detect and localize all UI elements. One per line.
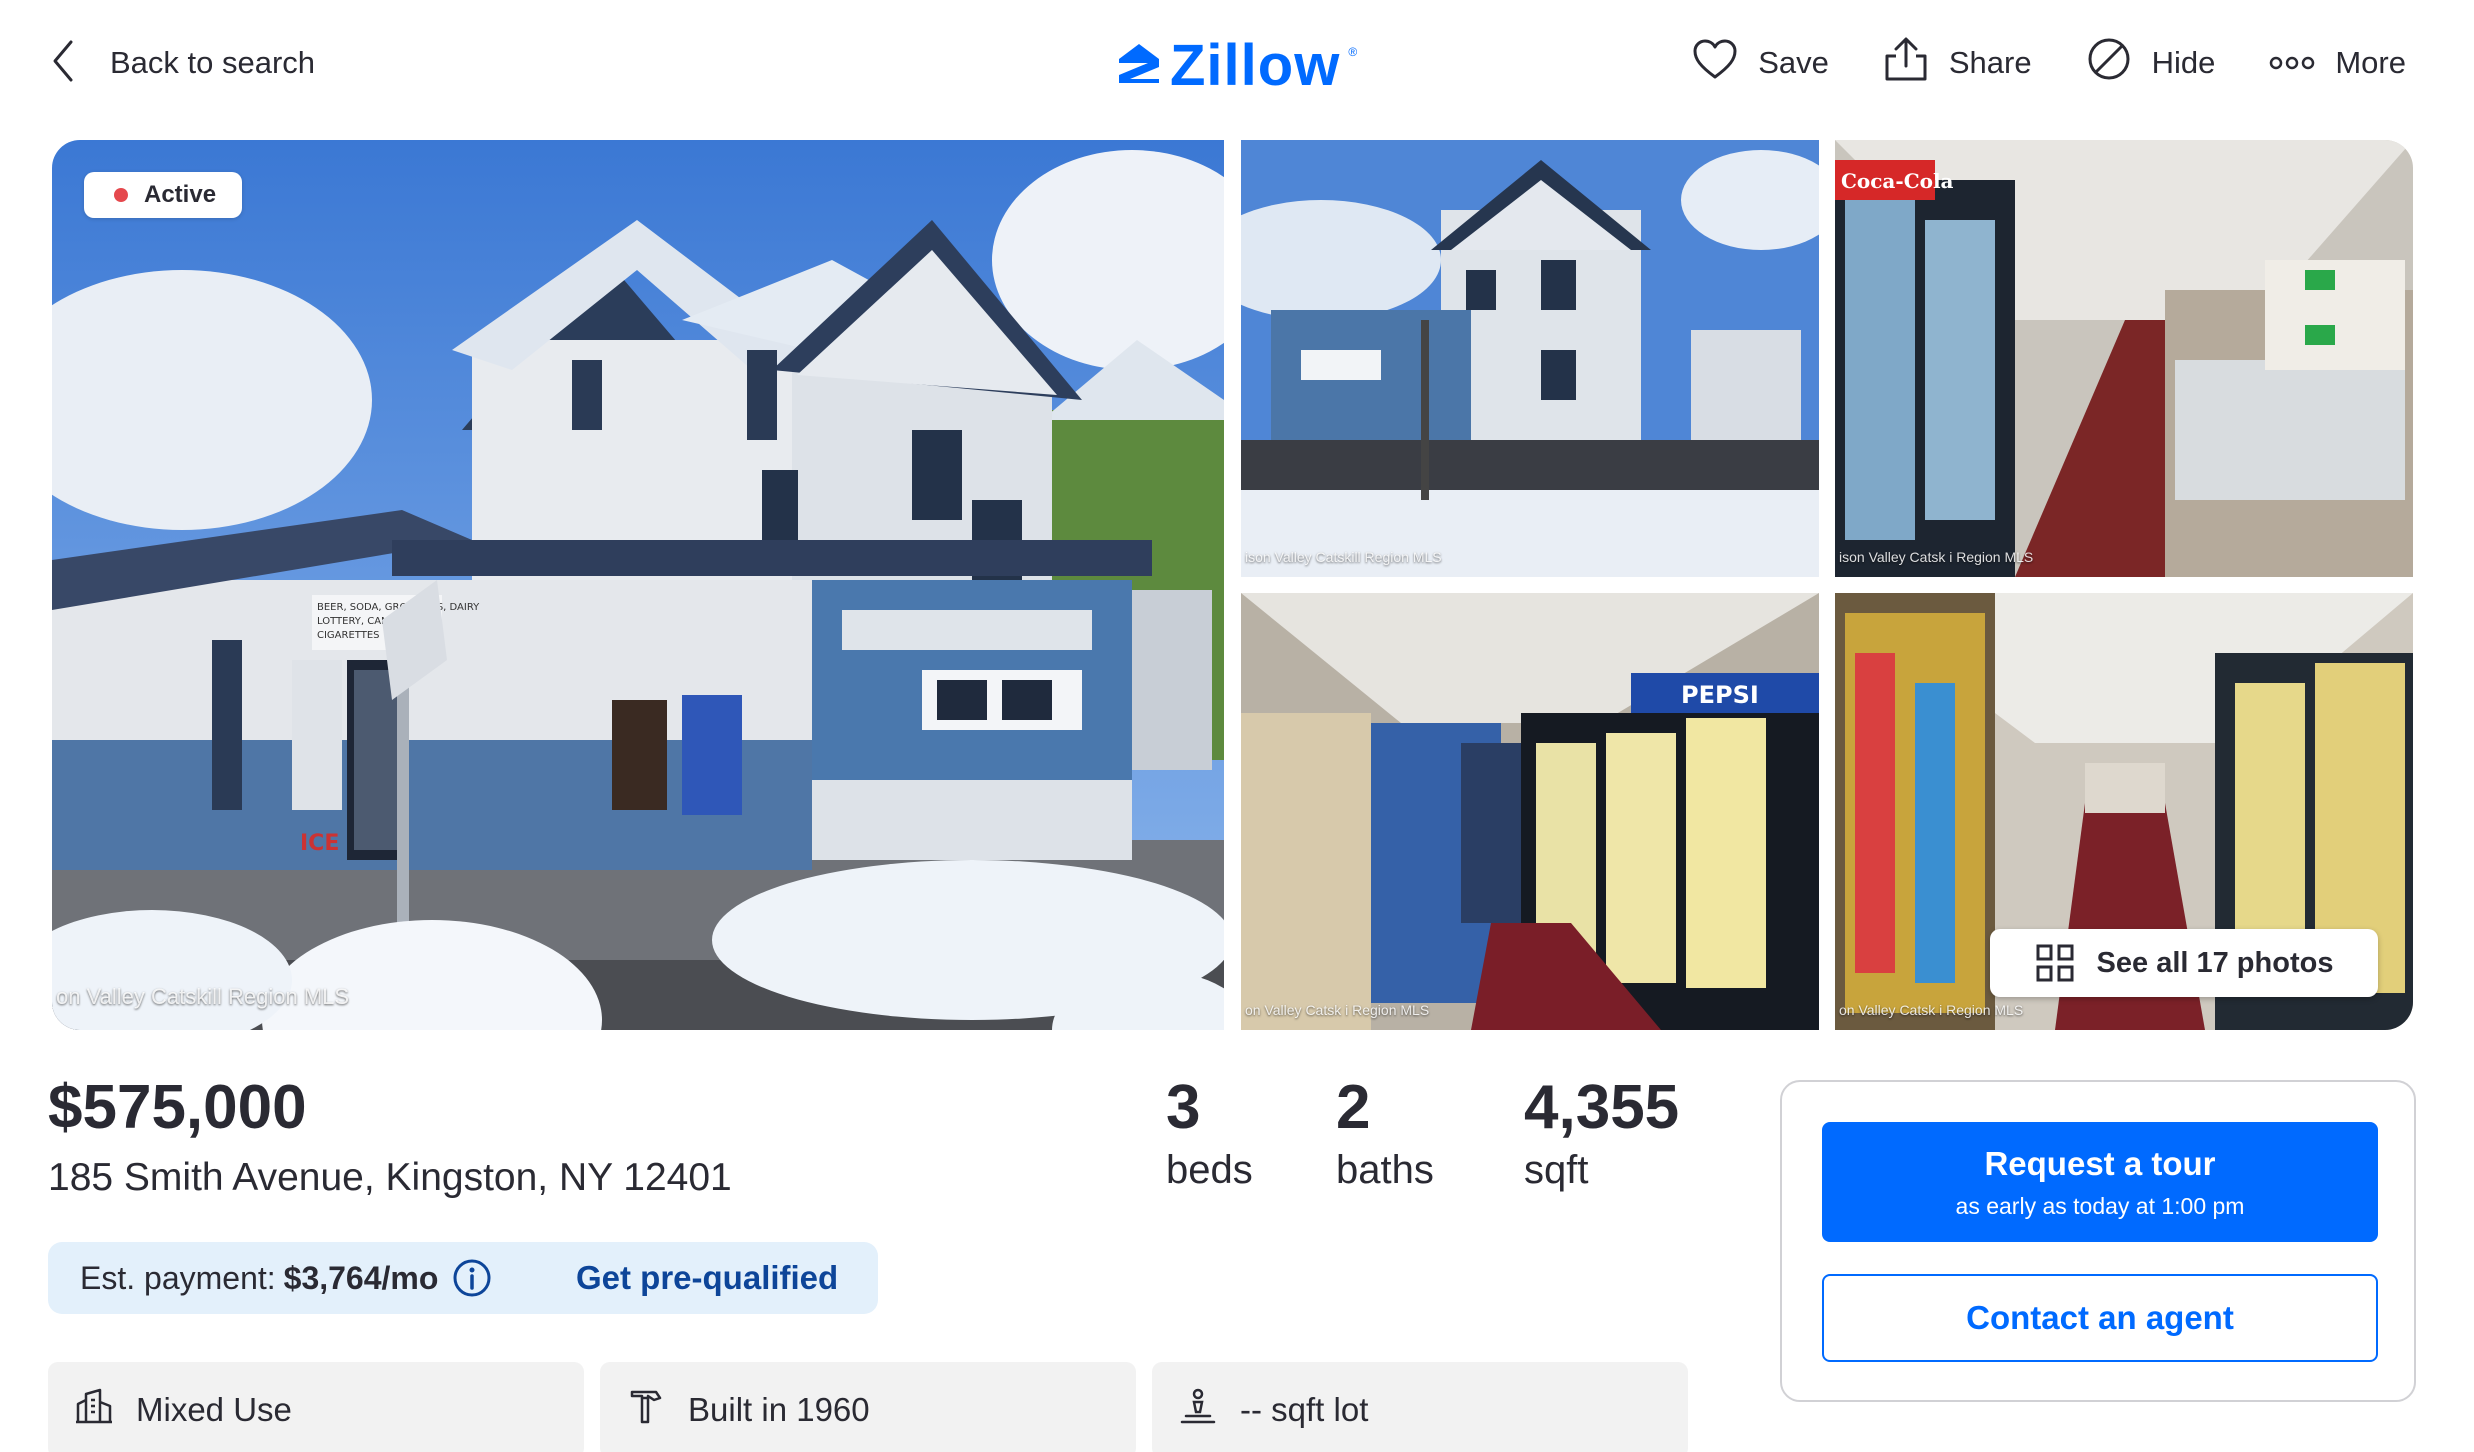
listing-stats: 3 beds 2 baths 4,355 sqft bbox=[1166, 1073, 1724, 1193]
request-tour-sublabel: as early as today at 1:00 pm bbox=[1955, 1192, 2245, 1219]
registered-mark: ® bbox=[1348, 44, 1358, 59]
beds-stat: 3 beds bbox=[1166, 1073, 1336, 1193]
status-dot-icon bbox=[114, 188, 128, 202]
share-icon bbox=[1883, 36, 1929, 90]
heart-icon bbox=[1692, 38, 1738, 88]
est-payment-amount: $3,764/mo bbox=[283, 1259, 439, 1296]
fact-year-built: Built in 1960 bbox=[600, 1362, 1136, 1452]
thumbnail-photo-1[interactable]: ison Valley Catskill Region MLS bbox=[1241, 140, 1819, 577]
main-photo[interactable]: BEER, SODA, GROCERIES, DAIRY LOTTERY, CA… bbox=[52, 140, 1224, 1030]
fact-label: Built in 1960 bbox=[688, 1391, 870, 1428]
request-tour-label: Request a tour bbox=[1984, 1144, 2216, 1182]
back-to-search-link[interactable]: Back to search bbox=[52, 38, 315, 88]
baths-stat: 2 baths bbox=[1336, 1073, 1524, 1193]
status-label: Active bbox=[144, 181, 217, 208]
baths-label: baths bbox=[1336, 1148, 1434, 1193]
store-interior-image: Coca-Cola bbox=[1835, 140, 2413, 577]
mls-watermark: ison Valley Catsk i Region MLS bbox=[1839, 549, 2034, 565]
thumbnail-photo-3[interactable]: PEPSI on Valley Catsk i Region MLS bbox=[1241, 593, 1819, 1030]
hide-button[interactable]: Hide bbox=[2086, 36, 2216, 90]
sqft-value: 4,355 bbox=[1524, 1073, 1680, 1142]
more-label: More bbox=[2335, 45, 2406, 80]
hide-label: Hide bbox=[2151, 45, 2216, 80]
listing-actions: Save Share Hide More bbox=[1692, 36, 2406, 90]
share-label: Share bbox=[1948, 45, 2032, 80]
sqft-stat: 4,355 sqft bbox=[1524, 1073, 1724, 1193]
more-dots-icon bbox=[2269, 45, 2315, 81]
beds-value: 3 bbox=[1166, 1073, 1201, 1142]
ice-sign: ICE bbox=[300, 831, 339, 856]
share-button[interactable]: Share bbox=[1883, 36, 2032, 90]
baths-value: 2 bbox=[1336, 1073, 1371, 1142]
beds-label: beds bbox=[1166, 1148, 1253, 1193]
contact-agent-button[interactable]: Contact an agent bbox=[1822, 1274, 2378, 1362]
fact-label: Mixed Use bbox=[136, 1391, 292, 1428]
mls-watermark: on Valley Catsk i Region MLS bbox=[1245, 1002, 1430, 1018]
mls-watermark: on Valley Catskill Region MLS bbox=[56, 984, 350, 1009]
store-coolers-image: PEPSI bbox=[1241, 593, 1819, 1030]
mls-watermark: on Valley Catsk i Region MLS bbox=[1839, 1002, 2024, 1018]
house-exterior-image: BEER, SODA, GROCERIES, DAIRY LOTTERY, CA… bbox=[52, 140, 1224, 1030]
more-button[interactable]: More bbox=[2269, 45, 2406, 81]
building-chart-icon bbox=[74, 1386, 114, 1434]
thumbnail-photo-4[interactable]: on Valley Catsk i Region MLS See all 17 … bbox=[1835, 593, 2413, 1030]
est-payment-label: Est. payment: bbox=[80, 1259, 276, 1296]
lot-icon bbox=[1178, 1386, 1218, 1434]
sqft-label: sqft bbox=[1524, 1148, 1589, 1193]
mls-watermark: ison Valley Catskill Region MLS bbox=[1245, 549, 1442, 565]
pepsi-sign: PEPSI bbox=[1681, 681, 1759, 709]
grid-icon bbox=[2035, 943, 2075, 983]
fact-property-type: Mixed Use bbox=[48, 1362, 584, 1452]
zillow-wordmark: Zillow bbox=[1170, 33, 1341, 98]
top-bar: Back to search Zillow ® Save Share Hide … bbox=[0, 0, 2474, 130]
zillow-logo[interactable]: Zillow ® bbox=[1116, 32, 1357, 99]
hammer-icon bbox=[626, 1386, 666, 1434]
thumbnail-photo-2[interactable]: Coca-Cola ison Valley Catsk i Region MLS bbox=[1835, 140, 2413, 577]
info-icon[interactable] bbox=[452, 1258, 492, 1298]
save-button[interactable]: Save bbox=[1692, 38, 1829, 88]
see-all-photos-button[interactable]: See all 17 photos bbox=[1990, 929, 2378, 997]
zillow-house-icon bbox=[1116, 41, 1162, 90]
estimated-payment-bar: Est. payment: $3,764/mo Get pre-qualifie… bbox=[48, 1242, 878, 1314]
get-pre-qualified-link[interactable]: Get pre-qualified bbox=[576, 1259, 838, 1297]
see-all-photos-label: See all 17 photos bbox=[2096, 946, 2334, 979]
back-to-search-label: Back to search bbox=[110, 45, 316, 80]
chevron-left-icon bbox=[52, 39, 74, 88]
coca-cola-sign: Coca-Cola bbox=[1841, 169, 1954, 193]
hide-icon bbox=[2086, 36, 2132, 90]
save-label: Save bbox=[1758, 45, 1829, 80]
facts-row: Mixed Use Built in 1960 -- sqft lot bbox=[48, 1362, 1688, 1452]
house-rear-image bbox=[1241, 140, 1819, 577]
fact-label: -- sqft lot bbox=[1240, 1391, 1369, 1428]
svg-text:CIGARETTES: CIGARETTES bbox=[317, 630, 380, 641]
request-tour-button[interactable]: Request a tour as early as today at 1:00… bbox=[1822, 1122, 2378, 1242]
contact-card: Request a tour as early as today at 1:00… bbox=[1780, 1080, 2416, 1402]
listing-address: 185 Smith Avenue, Kingston, NY 12401 bbox=[48, 1156, 732, 1199]
fact-lot-size: -- sqft lot bbox=[1152, 1362, 1688, 1452]
listing-price: $575,000 bbox=[48, 1073, 307, 1142]
status-badge: Active bbox=[84, 172, 243, 218]
